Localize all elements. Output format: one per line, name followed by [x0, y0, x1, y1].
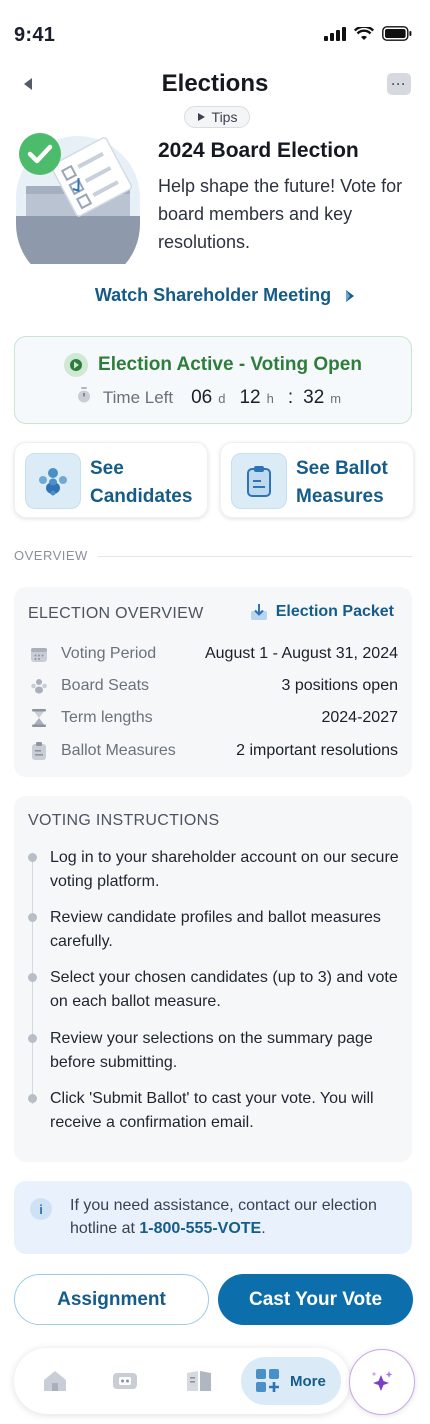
- step-marker: [28, 853, 37, 862]
- status-time: 9:41: [14, 24, 56, 46]
- see-ballot-measures-button[interactable]: See Ballot Measures: [220, 442, 414, 518]
- step-marker: [28, 1034, 37, 1043]
- cast-vote-button[interactable]: Cast Your Vote: [218, 1274, 413, 1325]
- people-icon: [25, 453, 81, 509]
- play-icon: [197, 113, 205, 121]
- overview-label: Term lengths: [61, 709, 153, 726]
- home-icon: [44, 1371, 66, 1391]
- overview-row-ballot-measures: Ballot Measures 2 important resolutions: [30, 740, 398, 762]
- see-candidates-label: See Candidates: [90, 458, 193, 507]
- help-notice: i If you need assistance, contact our el…: [14, 1181, 412, 1254]
- battery-icon: [382, 26, 412, 41]
- instruction-step: Review your selections on the summary pa…: [50, 1030, 373, 1071]
- watch-meeting-label: Watch Shareholder Meeting: [94, 285, 332, 305]
- minutes-value: 32: [303, 387, 325, 408]
- step-marker: [28, 1094, 37, 1103]
- election-status-card: Election Active - Voting Open Time Left …: [14, 336, 412, 424]
- bottom-nav: More: [14, 1348, 350, 1414]
- instruction-step: Select your chosen candidates (up to 3) …: [50, 969, 398, 1010]
- assignment-button[interactable]: Assignment: [14, 1274, 209, 1325]
- wifi-icon: [354, 26, 374, 40]
- signal-icon: [324, 26, 346, 41]
- watch-meeting-link[interactable]: Watch Shareholder Meeting: [0, 285, 430, 306]
- instruction-step: Log in to your shareholder account on ou…: [50, 849, 399, 890]
- hours-unit: h: [266, 391, 274, 406]
- nav-more-label: More: [290, 1372, 326, 1390]
- ballot-box-illustration: [16, 133, 140, 264]
- timer-icon: [77, 387, 90, 403]
- instructions-heading: VOTING INSTRUCTIONS: [28, 812, 220, 829]
- days-value: 06: [191, 387, 213, 408]
- instruction-step: Click 'Submit Ballot' to cast your vote.…: [50, 1090, 374, 1131]
- status-icons: [324, 26, 412, 41]
- status-label: Election Active - Voting Open: [98, 354, 362, 375]
- overview-value: August 1 - August 31, 2024: [204, 645, 398, 662]
- nav-wallet[interactable]: [110, 1366, 140, 1396]
- live-indicator-icon: [64, 353, 89, 377]
- people-icon: [30, 677, 48, 695]
- hours-value: 12: [239, 387, 261, 408]
- overview-value: 3 positions open: [281, 677, 398, 694]
- hourglass-icon: [30, 709, 48, 727]
- wallet-icon: [113, 1373, 137, 1389]
- minutes-unit: m: [330, 391, 342, 406]
- overview-row-term-lengths: Term lengths 2024-2027: [30, 707, 398, 729]
- tips-chip[interactable]: Tips: [184, 106, 250, 128]
- overview-heading: ELECTION OVERVIEW: [28, 605, 204, 622]
- election-packet-label: Election Packet: [275, 603, 394, 620]
- time-left-label: Time Left: [102, 388, 174, 407]
- download-icon: [250, 604, 267, 620]
- overview-value: 2024-2027: [321, 709, 398, 726]
- overview-value: 2 important resolutions: [236, 742, 398, 759]
- instruction-step: Review candidate profiles and ballot mea…: [50, 909, 381, 950]
- time-separator: :: [287, 387, 294, 408]
- overview-row-board-seats: Board Seats 3 positions open: [30, 675, 398, 697]
- nav-more[interactable]: More: [241, 1357, 341, 1405]
- hotline-phone-link[interactable]: 1-800-555-VOTE: [139, 1220, 261, 1237]
- overview-label: Ballot Measures: [61, 742, 176, 759]
- info-icon: i: [30, 1198, 52, 1220]
- section-divider: [98, 556, 412, 557]
- voting-instructions-card: VOTING INSTRUCTIONS Log in to your share…: [14, 796, 412, 1162]
- election-description: Help shape the future! Vote for board me…: [158, 176, 403, 252]
- see-candidates-button[interactable]: See Candidates: [14, 442, 208, 518]
- help-text: If you need assistance, contact our elec…: [70, 1197, 377, 1237]
- clipboard-icon: [231, 453, 287, 509]
- sparkle-icon: [372, 1371, 393, 1391]
- page-title: Elections: [161, 70, 269, 97]
- time-left-row: Time Left 06 d 12 h : 32 m: [15, 387, 411, 409]
- ai-assistant-button[interactable]: [349, 1349, 415, 1415]
- clipboard-icon: [30, 742, 48, 760]
- election-title: 2024 Board Election: [158, 139, 359, 162]
- play-icon: [346, 289, 355, 302]
- see-ballot-measures-label: See Ballot Measures: [296, 458, 388, 507]
- calendar-icon: [30, 645, 48, 663]
- step-marker: [28, 973, 37, 982]
- step-marker: [28, 913, 37, 922]
- nav-library[interactable]: [184, 1366, 214, 1396]
- grid-plus-icon: [256, 1369, 279, 1392]
- election-overview-card: ELECTION OVERVIEW Election Packet Voting…: [14, 587, 412, 777]
- book-icon: [187, 1371, 211, 1391]
- overview-row-voting-period: Voting Period August 1 - August 31, 2024: [30, 643, 398, 665]
- nav-home[interactable]: [40, 1366, 70, 1396]
- days-unit: d: [218, 391, 226, 406]
- more-options-button[interactable]: ···: [387, 73, 411, 95]
- overview-label: Board Seats: [61, 677, 150, 694]
- overview-label: Voting Period: [61, 645, 157, 662]
- election-packet-link[interactable]: Election Packet: [250, 603, 394, 621]
- status-row: Election Active - Voting Open: [15, 353, 411, 377]
- tips-label: Tips: [211, 109, 238, 125]
- section-label: OVERVIEW: [14, 548, 88, 563]
